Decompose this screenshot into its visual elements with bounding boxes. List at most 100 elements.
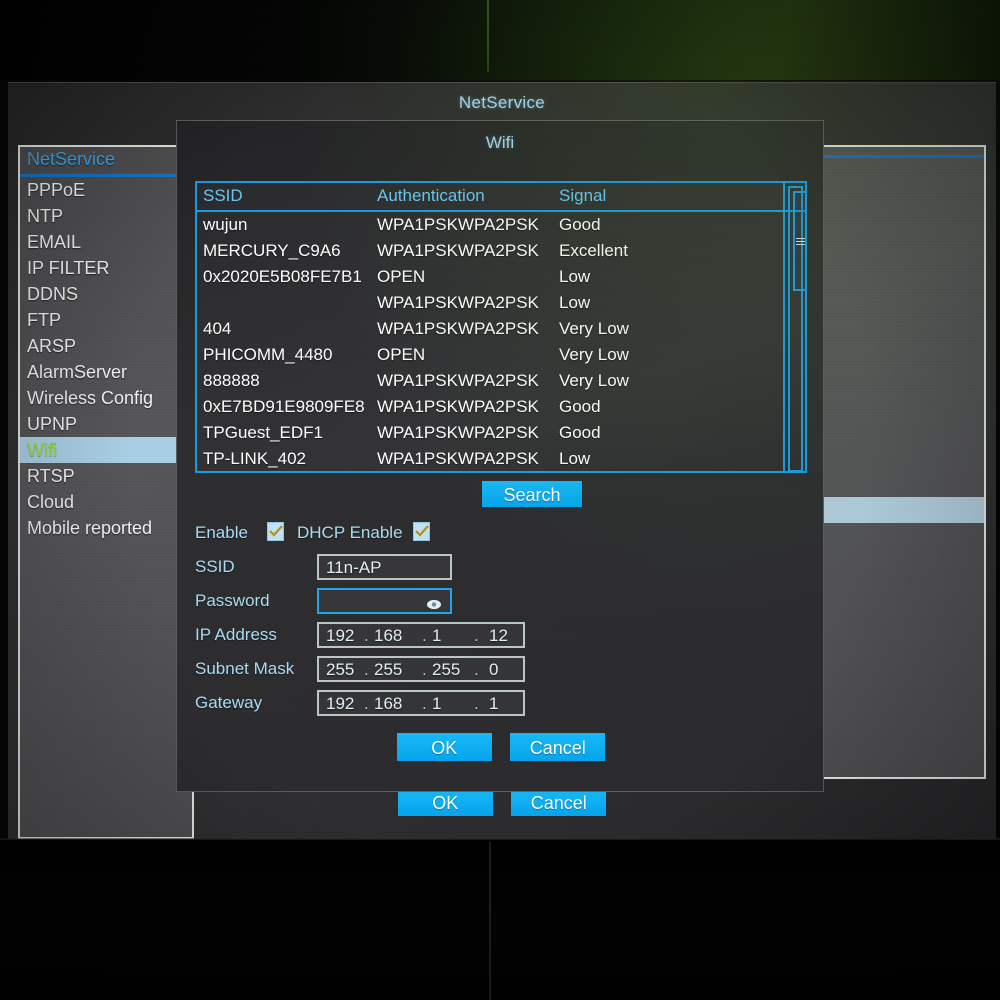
gateway-input[interactable]: 192 . 168 . 1 . 1 [317, 690, 525, 716]
table-row[interactable]: MERCURY_C9A6 WPA1PSKWPA2PSK Excellent [197, 238, 805, 264]
cell-signal: Low [559, 449, 591, 468]
ip-octet-2[interactable]: 168 [374, 624, 402, 648]
cell-auth: WPA1PSKWPA2PSK [377, 449, 539, 468]
scrollbar-track[interactable] [788, 186, 805, 471]
wifi-form: Enable DHCP Enable SSID 11n-AP Password … [195, 519, 807, 723]
netservice-window-title: NetService [458, 93, 546, 112]
sidebar-item-rtsp[interactable]: RTSP [20, 463, 192, 489]
ap-list-rows: wujun WPA1PSKWPA2PSK Good MERCURY_C9A6 W… [197, 212, 805, 473]
sidebar-item-ip-filter[interactable]: IP FILTER [20, 255, 192, 281]
sidebar-item-wireless-config[interactable]: Wireless Config [20, 385, 192, 411]
subnet-mask-label: Subnet Mask [195, 659, 295, 678]
bezel-divider-line [489, 842, 491, 1000]
ap-list-header: SSID Authentication Signal [197, 183, 805, 212]
gateway-dot-1: . [364, 694, 369, 713]
monitor-bezel-bottom [0, 840, 1000, 1000]
mask-octet-2[interactable]: 255 [374, 658, 402, 682]
ip-octet-3[interactable]: 1 [432, 624, 441, 648]
table-row[interactable]: WPA1PSKWPA2PSK Low [197, 290, 805, 316]
netservice-button-row: OK Cancel [8, 788, 996, 816]
dhcp-enable-label: DHCP Enable [297, 523, 403, 542]
password-row: Password [195, 587, 807, 621]
ip-address-row: IP Address 192 . 168 . 1 . 12 [195, 621, 807, 655]
sidebar-item-email[interactable]: EMAIL [20, 229, 192, 255]
netservice-ok-button[interactable]: OK [397, 788, 493, 816]
enable-checkbox[interactable] [267, 522, 284, 541]
sidebar-item-upnp[interactable]: UPNP [20, 411, 192, 437]
sidebar-item-arsp[interactable]: ARSP [20, 333, 192, 359]
table-row[interactable]: WPA1PSKWPA2PSK [197, 472, 805, 473]
cell-ssid: PHICOMM_4480 [203, 345, 333, 364]
mask-dot-3: . [474, 660, 479, 679]
table-row[interactable]: 0xE7BD91E9809FE8 WPA1PSKWPA2PSK Good [197, 394, 805, 420]
ssid-input[interactable]: 11n-AP [317, 554, 452, 580]
ip-octet-4[interactable]: 12 [489, 624, 508, 648]
cell-signal: Good [559, 215, 601, 234]
check-icon [415, 525, 429, 537]
cell-ssid: 0x2020E5B08FE7B1 [203, 267, 362, 286]
table-row[interactable]: PHICOMM_4480 OPEN Very Low [197, 342, 805, 368]
sidebar-item-ftp[interactable]: FTP [20, 307, 192, 333]
cell-auth: WPA1PSKWPA2PSK [377, 319, 539, 338]
column-header-signal: Signal [559, 186, 607, 205]
table-row[interactable]: TP-LINK_402 WPA1PSKWPA2PSK Low [197, 446, 805, 471]
show-password-icon[interactable] [426, 594, 442, 618]
sidebar-item-alarmserver[interactable]: AlarmServer [20, 359, 192, 385]
cell-signal: Very Low [559, 345, 629, 364]
gateway-octet-4[interactable]: 1 [489, 692, 498, 716]
netservice-sidebar[interactable]: NetService PPPoE NTP EMAIL IP FILTER DDN… [18, 145, 194, 839]
cell-signal: Low [559, 267, 591, 286]
dhcp-enable-checkbox[interactable] [413, 522, 430, 541]
ip-dot-1: . [364, 626, 369, 645]
screen-glare-streak [487, 0, 489, 72]
ap-list-scrollbar[interactable] [783, 183, 805, 471]
sidebar-item-ddns[interactable]: DDNS [20, 281, 192, 307]
cell-signal: Good [559, 397, 601, 416]
scrollbar-thumb[interactable] [793, 191, 805, 291]
cell-ssid: 888888 [203, 371, 260, 390]
cell-ssid: 0xE7BD91E9809FE8 [203, 397, 365, 416]
cell-auth: WPA1PSKWPA2PSK [377, 371, 539, 390]
password-input[interactable] [317, 588, 452, 614]
table-row[interactable]: 404 WPA1PSKWPA2PSK Very Low [197, 316, 805, 342]
table-row[interactable]: 888888 WPA1PSKWPA2PSK Very Low [197, 368, 805, 394]
sidebar-item-netservice[interactable]: NetService [20, 147, 192, 177]
column-header-auth: Authentication [377, 186, 485, 205]
cell-signal: Very Low [559, 371, 629, 390]
wifi-ok-button[interactable]: OK [396, 733, 492, 761]
sidebar-item-wifi[interactable]: Wifi [20, 437, 192, 463]
ip-address-input[interactable]: 192 . 168 . 1 . 12 [317, 622, 525, 648]
mask-octet-3[interactable]: 255 [432, 658, 460, 682]
subnet-mask-input[interactable]: 255 . 255 . 255 . 0 [317, 656, 525, 682]
table-row[interactable]: TPGuest_EDF1 WPA1PSKWPA2PSK Good [197, 420, 805, 446]
ip-octet-1[interactable]: 192 [326, 624, 354, 648]
mask-dot-1: . [364, 660, 369, 679]
netservice-cancel-button[interactable]: Cancel [511, 788, 607, 816]
gateway-octet-3[interactable]: 1 [432, 692, 441, 716]
wifi-dialog-title: Wifi [485, 133, 515, 152]
wifi-cancel-button[interactable]: Cancel [510, 733, 606, 761]
gateway-octet-2[interactable]: 168 [374, 692, 402, 716]
gateway-octet-1[interactable]: 192 [326, 692, 354, 716]
check-icon [269, 525, 283, 537]
table-row[interactable]: 0x2020E5B08FE7B1 OPEN Low [197, 264, 805, 290]
sidebar-item-cloud[interactable]: Cloud [20, 489, 192, 515]
sidebar-item-mobile-reported[interactable]: Mobile reported [20, 515, 192, 541]
cell-ssid: TP-LINK_402 [203, 449, 306, 468]
cell-ssid: MERCURY_C9A6 [203, 241, 341, 260]
sidebar-item-pppoe[interactable]: PPPoE [20, 177, 192, 203]
cell-auth: OPEN [377, 345, 426, 364]
mask-octet-1[interactable]: 255 [326, 658, 354, 682]
table-row[interactable]: wujun WPA1PSKWPA2PSK Good [197, 212, 805, 238]
search-button[interactable]: Search [482, 481, 582, 507]
wifi-dialog: Wifi SSID Authentication Signal wujun WP… [176, 120, 824, 792]
password-label: Password [195, 591, 270, 610]
scrollbar-grip-icon [796, 238, 805, 247]
wifi-dialog-button-row: OK Cancel [177, 733, 825, 761]
gateway-label: Gateway [195, 693, 263, 712]
sidebar-item-ntp[interactable]: NTP [20, 203, 192, 229]
access-point-list[interactable]: SSID Authentication Signal wujun WPA1PSK… [195, 181, 807, 473]
column-header-ssid: SSID [203, 186, 243, 205]
mask-octet-4[interactable]: 0 [489, 658, 498, 682]
search-row: Search [177, 481, 825, 507]
